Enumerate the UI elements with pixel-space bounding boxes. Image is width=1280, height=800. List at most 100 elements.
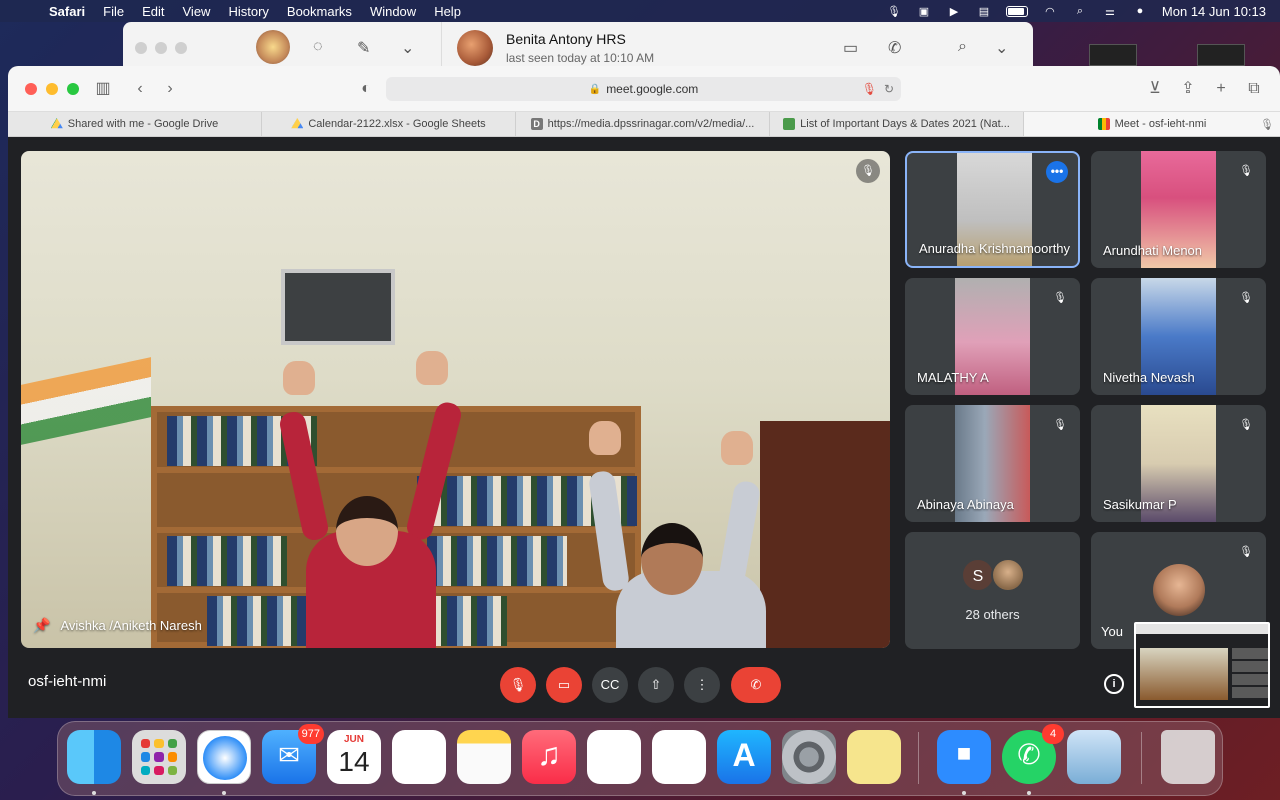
reload-icon[interactable]: ↻ <box>884 82 894 96</box>
calendar-day: 14 <box>338 746 370 777</box>
video-call-icon[interactable]: ▭ <box>843 38 858 58</box>
camera-off-button[interactable]: ▭ <box>546 667 582 703</box>
menu-window[interactable]: Window <box>361 4 425 19</box>
minimize-icon[interactable] <box>46 83 58 95</box>
tab-google-sheets[interactable]: Calendar-2122.xlsx - Google Sheets <box>262 112 516 136</box>
stickies-icon[interactable] <box>847 730 901 784</box>
participant-tile[interactable]: 🎙 Nivetha Nevash <box>1091 278 1266 395</box>
tab-media-dpssrinagar[interactable]: D https://media.dpssrinagar.com/v2/media… <box>516 112 770 136</box>
meeting-info-icon[interactable]: i <box>1104 674 1124 694</box>
fullscreen-icon[interactable] <box>67 83 79 95</box>
chevron-down-icon[interactable]: ⌄ <box>401 38 414 58</box>
search-icon[interactable]: ⌕ <box>958 38 967 56</box>
wall-board <box>281 269 395 345</box>
battery-icon[interactable] <box>1005 5 1028 17</box>
launchpad-icon[interactable] <box>132 730 186 784</box>
screen-preview-thumbnail[interactable] <box>1134 622 1270 708</box>
app-store-icon[interactable] <box>717 730 771 784</box>
chevron-down-icon[interactable]: ⌄ <box>995 38 1008 58</box>
mail-icon[interactable]: 977 <box>262 724 324 784</box>
numbers-icon[interactable] <box>587 730 641 784</box>
pin-icon[interactable]: 📌 <box>33 617 50 634</box>
siri-icon[interactable]: ● <box>1132 5 1148 17</box>
calendar-icon[interactable]: JUN 14 <box>327 730 381 784</box>
reminders-icon[interactable] <box>392 730 446 784</box>
tab-important-days[interactable]: List of Important Days & Dates 2021 (Nat… <box>770 112 1024 136</box>
mic-off-button[interactable]: 🎙 <box>500 667 536 703</box>
meet-control-bar: osf-ieht-nmi 🎙 ▭ CC ⇧ ⋮ ✆ i <box>8 648 1280 718</box>
preview-icon[interactable] <box>1067 730 1121 784</box>
contact-name[interactable]: Benita Antony HRS <box>506 31 626 47</box>
captions-button[interactable]: CC <box>592 667 628 703</box>
address-bar[interactable]: 🔒 meet.google.com 🎙 ↻ <box>386 77 901 101</box>
menu-app-name[interactable]: Safari <box>40 4 94 19</box>
close-icon[interactable] <box>135 42 147 54</box>
more-options-button[interactable]: ⋮ <box>684 667 720 703</box>
music-icon[interactable] <box>522 730 576 784</box>
menu-view[interactable]: View <box>174 4 220 19</box>
phone-call-icon[interactable]: ✆ <box>888 38 901 58</box>
control-center-icon[interactable]: ⚌ <box>1102 5 1118 18</box>
window-thumbnail[interactable] <box>1089 44 1137 66</box>
spotlight-search-icon[interactable]: ⌕ <box>1072 5 1088 17</box>
share-icon[interactable]: ⇪ <box>1178 79 1198 99</box>
card-status-icon[interactable]: ▤ <box>976 5 992 18</box>
participant-tile[interactable]: 🎙 MALATHY A <box>905 278 1080 395</box>
participant-tile[interactable]: 🎙 Sasikumar P <box>1091 405 1266 522</box>
zoom-icon[interactable] <box>937 730 991 784</box>
user-avatar[interactable] <box>256 30 290 64</box>
microphone-status-icon[interactable]: 🎙 <box>886 5 902 18</box>
menu-file[interactable]: File <box>94 4 133 19</box>
mic-off-icon: 🎙 <box>1053 419 1067 431</box>
minimize-icon[interactable] <box>155 42 167 54</box>
tab-google-drive[interactable]: Shared with me - Google Drive <box>8 112 262 136</box>
safari-toolbar: ▥ ‹ › ◐ 🔒 meet.google.com 🎙 ↻ ⊻ ⇪ + ⧉ <box>8 66 1280 112</box>
pages-icon[interactable] <box>652 730 706 784</box>
main-speaker-video[interactable]: 🎙 📌 Avishka /Aniketh Naresh <box>21 151 890 648</box>
sidebar-toggle-icon[interactable]: ▥ <box>93 79 113 99</box>
door <box>760 421 890 648</box>
whatsapp-icon[interactable]: 4 <box>1002 724 1064 784</box>
forward-icon[interactable]: › <box>160 79 180 99</box>
menu-edit[interactable]: Edit <box>133 4 173 19</box>
new-tab-icon[interactable]: + <box>1211 79 1231 99</box>
wifi-icon[interactable]: ◠ <box>1042 5 1058 18</box>
downloads-icon[interactable]: ⊻ <box>1145 79 1165 99</box>
notes-icon[interactable] <box>457 730 511 784</box>
contact-avatar[interactable] <box>457 30 493 66</box>
window-thumbnail[interactable] <box>1197 44 1245 66</box>
system-preferences-icon[interactable] <box>782 730 836 784</box>
microphone-tab-icon[interactable]: 🎙 <box>1260 118 1274 131</box>
others-count: 28 others <box>965 607 1020 622</box>
finder-icon[interactable] <box>67 730 121 784</box>
privacy-shield-icon[interactable]: ◐ <box>356 79 376 99</box>
menu-clock[interactable]: Mon 14 Jun 10:13 <box>1162 4 1266 19</box>
safari-icon[interactable] <box>197 730 251 784</box>
menu-help[interactable]: Help <box>425 4 470 19</box>
participant-tile[interactable]: ••• Anuradha Krishnamoorthy <box>905 151 1080 268</box>
participant-person-head <box>336 496 398 566</box>
tab-google-meet[interactable]: Meet - osf-ieht-nmi 🎙 <box>1024 112 1280 136</box>
zoom-icon[interactable] <box>175 42 187 54</box>
menu-history[interactable]: History <box>219 4 277 19</box>
trash-icon[interactable] <box>1161 730 1215 784</box>
leave-call-button[interactable]: ✆ <box>731 667 781 703</box>
microphone-in-use-icon[interactable]: 🎙 <box>862 82 877 96</box>
new-chat-icon[interactable]: ✎ <box>357 38 370 58</box>
present-screen-button[interactable]: ⇧ <box>638 667 674 703</box>
play-status-icon[interactable]: ▶ <box>946 5 962 18</box>
participant-tile[interactable]: 🎙 Abinaya Abinaya <box>905 405 1080 522</box>
participant-tile[interactable]: 🎙 Arundhati Menon <box>1091 151 1266 268</box>
tab-overview-icon[interactable]: ⧉ <box>1244 79 1264 99</box>
menu-bookmarks[interactable]: Bookmarks <box>278 4 361 19</box>
contact-last-seen: last seen today at 10:10 AM <box>506 51 655 65</box>
back-icon[interactable]: ‹ <box>130 79 150 99</box>
status-ring-icon[interactable]: ◌ <box>313 38 323 56</box>
camera-status-icon[interactable]: ▣ <box>916 5 932 18</box>
more-options-icon[interactable]: ••• <box>1046 161 1068 183</box>
others-tile[interactable]: S 28 others <box>905 532 1080 649</box>
tab-label: https://media.dpssrinagar.com/v2/media/.… <box>547 118 755 130</box>
mic-off-icon: 🎙 <box>1239 546 1253 558</box>
participant-name: Arundhati Menon <box>1103 243 1203 258</box>
close-icon[interactable] <box>25 83 37 95</box>
